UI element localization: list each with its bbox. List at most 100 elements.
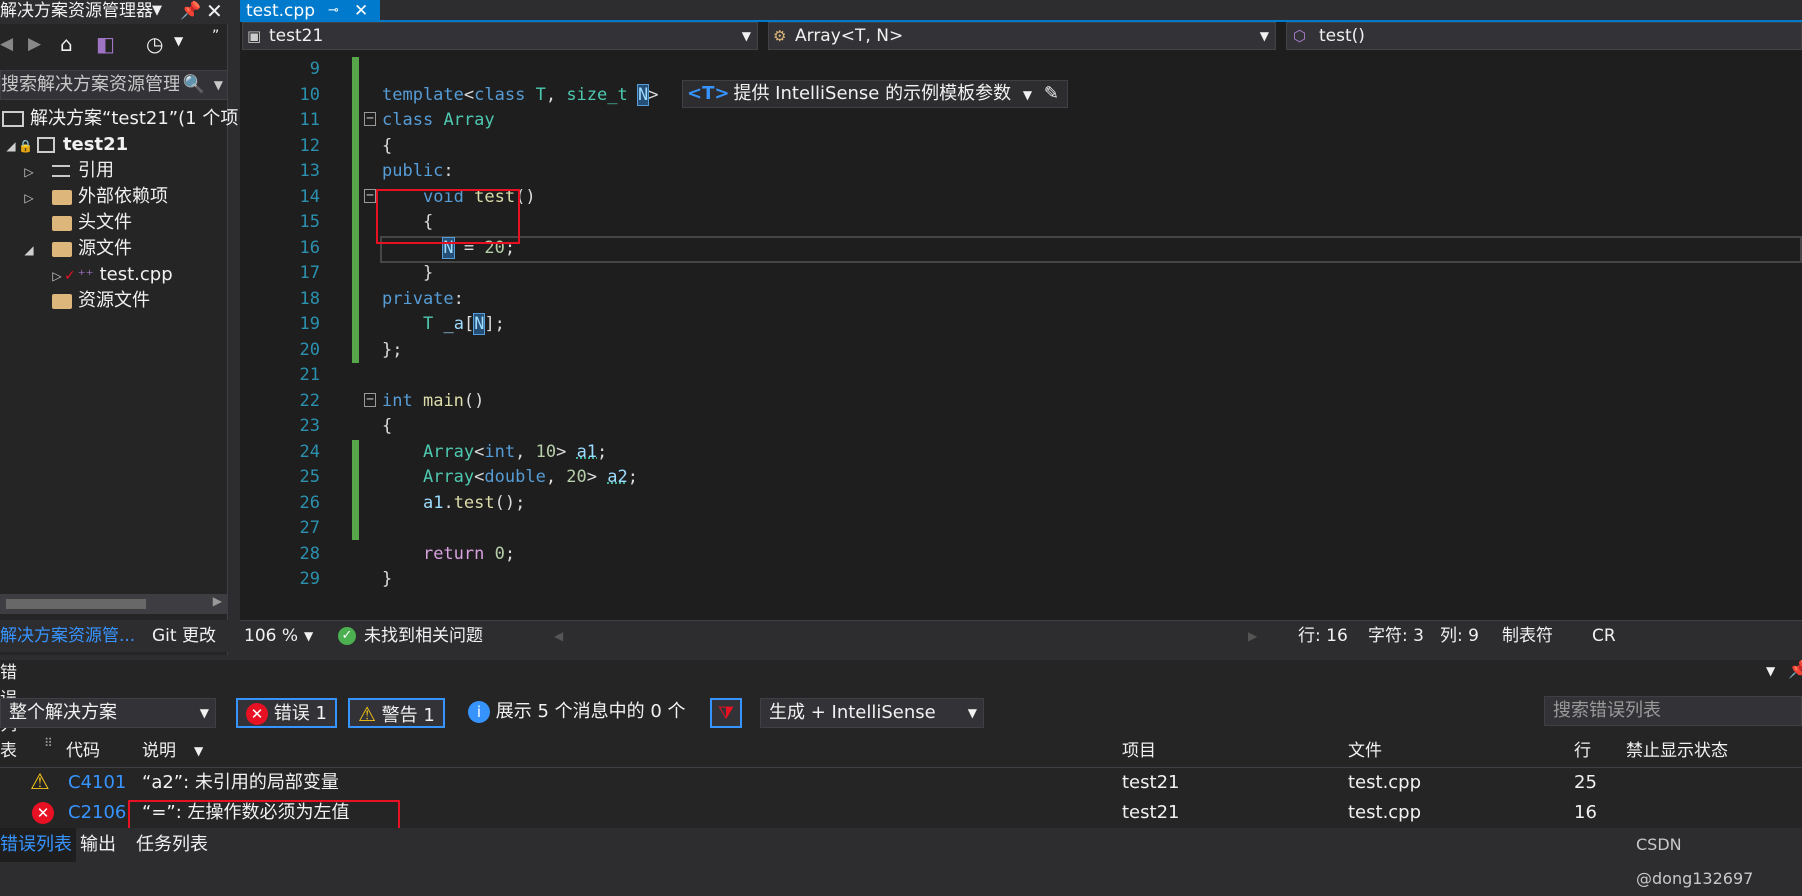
expand-icon[interactable]: ▷ (22, 159, 36, 185)
line-number: 9 (309, 59, 320, 79)
scroll-right-icon[interactable]: ▶ (1248, 621, 1257, 652)
line-number: 23 (299, 416, 320, 436)
solution-toolbar: ◀ ▶ ⌂ ◧ ◷ ▼ ” (0, 28, 228, 64)
tree-item-solution[interactable]: 解决方案“test21”(1 个项 (0, 106, 238, 132)
tree-item-resources[interactable]: 资源文件 (0, 288, 228, 314)
dropdown-icon[interactable]: ▼ (152, 0, 162, 22)
member-combo[interactable]: ⬡ test() (1286, 22, 1802, 50)
editor-status-bar: 106 % ▼ ✓ 未找到相关问题 ◀ ▶ 行: 16 字符: 3 列: 9 制… (240, 620, 1802, 652)
switch-views-icon[interactable]: ◧ (96, 32, 115, 56)
collapse-icon[interactable]: − (364, 393, 376, 407)
close-icon[interactable]: ✕ (354, 0, 368, 22)
pin-icon[interactable]: ⊸ (328, 0, 339, 22)
solution-explorer-panel: 解决方案资源管理器 ▼ 📌 ✕ ◀ ▶ ⌂ ◧ ◷ ▼ ” 搜索解决方案资源管理… (0, 0, 238, 655)
warning-icon: ⚠ (30, 770, 50, 795)
error-code[interactable]: C2106 (68, 798, 126, 828)
chevron-down-icon: ▼ (967, 706, 977, 720)
column-suppression[interactable]: 禁止显示状态 (1626, 736, 1728, 766)
search-options-icon[interactable]: ▼ (213, 71, 223, 99)
folder-icon (52, 241, 72, 257)
scroll-left-icon[interactable]: ◀ (554, 621, 563, 652)
forward-icon[interactable]: ▶ (28, 34, 41, 54)
close-icon[interactable]: ✕ (206, 0, 223, 22)
collapse-icon[interactable]: ◢ (22, 237, 36, 263)
sort-icon[interactable]: ▼ (194, 736, 203, 766)
tree-item-headers[interactable]: 头文件 (0, 210, 228, 236)
dropdown-icon[interactable]: ▼ (1766, 664, 1775, 678)
pin-icon[interactable]: 📌 (1788, 660, 1802, 680)
column-chooser-icon[interactable]: ⠿ (44, 736, 53, 750)
line-ending-indicator[interactable]: CR (1592, 621, 1616, 652)
history-dropdown-icon[interactable]: ▼ (174, 34, 183, 48)
line-number: 15 (299, 212, 320, 232)
watermark: CSDN @dong132697 (1636, 835, 1754, 888)
line-number: 26 (299, 492, 320, 513)
code-area[interactable]: template<class T, size_t N> class Array … (382, 57, 1782, 593)
tab-solution-explorer[interactable]: 解决方案资源管... (0, 620, 135, 652)
code-line: Array<double, 20> a2; (422, 467, 638, 487)
error-code[interactable]: C4101 (68, 768, 126, 798)
collapse-icon[interactable]: − (364, 112, 376, 126)
code-line: class Array (382, 110, 495, 130)
toolbar-overflow-icon[interactable]: ” (212, 28, 219, 44)
tab-error-list[interactable]: 错误列表 (0, 828, 76, 862)
history-icon[interactable]: ◷ (146, 32, 163, 56)
horizontal-scrollbar[interactable]: ▶ (0, 594, 228, 614)
tab-indicator[interactable]: 制表符 (1502, 621, 1553, 652)
solution-search-box[interactable]: 搜索解决方案资源管理器 🔍 ▼ (0, 70, 228, 100)
tab-test-cpp[interactable]: test.cpp ⊸ ✕ (240, 0, 380, 22)
method-icon: ⬡ (1293, 27, 1307, 45)
code-line: N = 20; (442, 236, 516, 259)
scope-combo[interactable]: ⚙ Array<T, N> ▼ (768, 22, 1276, 50)
tab-output[interactable]: 输出 (80, 828, 116, 862)
char-indicator: 字符: 3 (1368, 626, 1424, 646)
pin-icon[interactable]: 📌 (180, 0, 201, 22)
column-code[interactable]: 代码 (66, 736, 100, 766)
references-icon (52, 165, 70, 177)
solution-icon (2, 111, 24, 127)
tab-task-list[interactable]: 任务列表 (136, 828, 208, 862)
collapse-icon[interactable]: ◢ (4, 133, 18, 159)
code-line: { (382, 135, 393, 156)
collapse-icon[interactable]: − (364, 189, 376, 203)
error-table-header: ⠿ 代码 说明 ▼ 项目 文件 行 禁止显示状态 (0, 736, 1802, 768)
tree-item-file[interactable]: ▷ ✓ ⁺⁺ test.cpp (0, 262, 228, 288)
issues-status[interactable]: 未找到相关问题 (364, 621, 483, 652)
back-icon[interactable]: ◀ (0, 34, 13, 54)
code-line: { (382, 416, 393, 436)
messages-filter-button[interactable]: i 展示 5 个消息中的 0 个 (460, 698, 694, 728)
scope-filter-select[interactable]: 整个解决方案 ▼ (0, 698, 216, 728)
errors-filter-button[interactable]: ✕ 错误 1 (236, 698, 337, 728)
edit-icon[interactable]: ✎ (1044, 83, 1059, 104)
project-combo[interactable]: ▣ test21 ▼ (242, 22, 758, 50)
code-line: Array<int, 10> a1; (422, 441, 608, 462)
chevron-down-icon[interactable]: ▼ (304, 621, 313, 652)
error-file: test.cpp (1348, 772, 1422, 793)
tree-item-references[interactable]: ▷ 引用 (0, 158, 228, 184)
folder-icon (52, 215, 72, 231)
line-number-gutter: 9 10 11 12 13 14 15 16 17 18 19 20 21 22… (240, 57, 330, 593)
filter-icon[interactable]: ⧩ (710, 698, 742, 728)
intellisense-template-hint[interactable]: <T> 提供 IntelliSense 的示例模板参数 ▼ ✎ (682, 80, 1068, 108)
tree-item-project[interactable]: ◢ 🔒 test21 (0, 132, 228, 158)
scroll-right-icon[interactable]: ▶ (213, 594, 222, 608)
search-icon[interactable]: 🔍 (178, 71, 205, 99)
chevron-down-icon[interactable]: ▼ (1023, 88, 1032, 102)
tree-item-external-deps[interactable]: ▷ 外部依赖项 (0, 184, 228, 210)
tree-item-sources[interactable]: ◢ 源文件 (0, 236, 228, 262)
error-icon: ✕ (32, 802, 54, 824)
home-icon[interactable]: ⌂ (60, 32, 73, 56)
column-project[interactable]: 项目 (1122, 736, 1156, 766)
column-description[interactable]: 说明 (142, 736, 176, 766)
warnings-filter-button[interactable]: ⚠ 警告 1 (348, 698, 445, 728)
column-line[interactable]: 行 (1574, 736, 1591, 766)
expand-icon[interactable]: ▷ (22, 185, 36, 211)
scrollbar-thumb[interactable] (6, 599, 146, 609)
column-file[interactable]: 文件 (1348, 736, 1382, 766)
tab-git-changes[interactable]: Git 更改 (152, 620, 216, 652)
build-filter-select[interactable]: 生成 + IntelliSense ▼ (760, 698, 984, 728)
error-search-input[interactable]: 搜索错误列表 (1544, 696, 1802, 726)
expand-icon[interactable]: ▷ (50, 263, 64, 289)
table-row[interactable]: ⚠ C4101 “a2”: 未引用的局部变量 test21 test.cpp 2… (0, 768, 1802, 798)
